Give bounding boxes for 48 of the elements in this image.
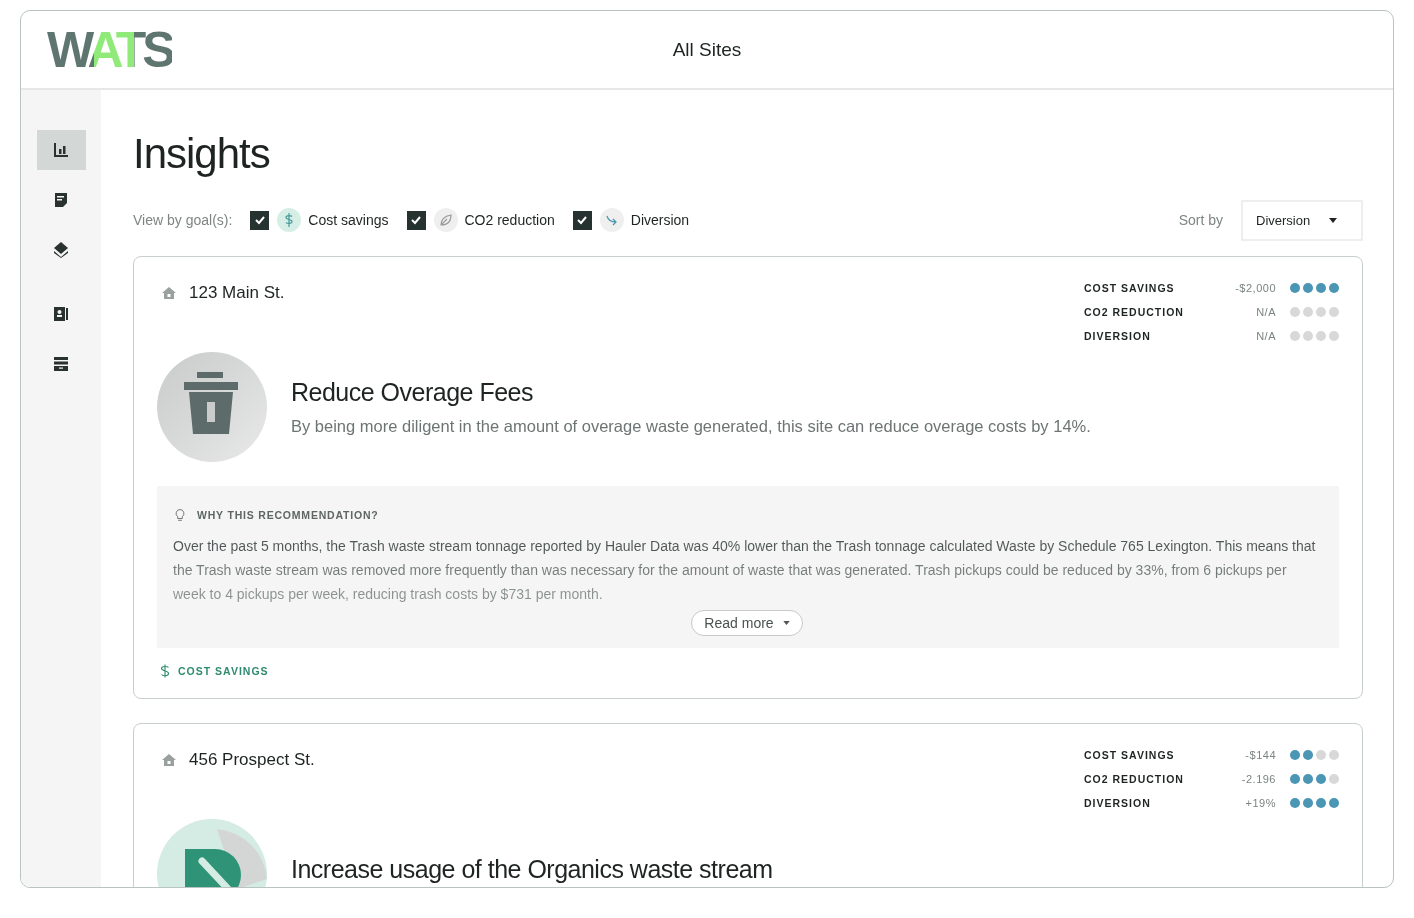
checkbox[interactable]	[572, 210, 592, 230]
metric-name: COST SAVINGS	[1084, 281, 1176, 294]
metric-value: -2.196	[1240, 772, 1276, 785]
metric-value: N/A	[1255, 305, 1276, 318]
layers-icon	[52, 241, 70, 259]
metric-value: -$2,000	[1234, 281, 1276, 294]
dollar-icon	[277, 208, 302, 232]
checkbox[interactable]	[406, 210, 426, 230]
contact-icon	[52, 305, 70, 323]
goal-label: Cost savings	[308, 212, 389, 228]
note-icon	[52, 191, 70, 209]
metric-value: -$144	[1244, 748, 1276, 761]
site-name: 123 Main St.	[189, 283, 285, 303]
metric-value: N/A	[1255, 329, 1276, 342]
nav-chart-button[interactable]	[36, 130, 86, 170]
recommendation-text: By being more diligent in the amount of overage waste generated, this site can reduce overage costs by 14%.	[291, 417, 1091, 436]
goal-tag: COST SAVINGS	[178, 665, 269, 677]
trash-icon	[157, 352, 267, 462]
recommendation-title: Reduce Overage Fees	[291, 378, 535, 407]
lightbulb-icon	[173, 508, 187, 522]
checkbox[interactable]	[250, 210, 270, 230]
site-name: 456 Prospect St.	[189, 750, 315, 770]
sort-dropdown[interactable]: Diversion	[1241, 199, 1363, 241]
read-more-button[interactable]: Read more	[691, 610, 803, 636]
sort-label: Sort by	[1178, 212, 1223, 228]
goal-label: CO2 reduction	[464, 212, 555, 228]
explanation-heading: WHY THIS RECOMMENDATION?	[197, 509, 379, 521]
metric-name: CO2 REDUCTION	[1084, 305, 1185, 318]
archive-icon	[52, 355, 70, 373]
house-icon	[161, 752, 177, 768]
page-heading: Insights	[133, 130, 271, 178]
caret-icon	[1329, 217, 1337, 223]
metric-name: COST SAVINGS	[1084, 748, 1176, 761]
chart-icon	[52, 141, 70, 159]
filter-label: View by goal(s):	[133, 212, 233, 228]
metric-value: +19%	[1244, 796, 1276, 809]
metric-name: CO2 REDUCTION	[1084, 772, 1185, 785]
metric-name: DIVERSION	[1084, 329, 1152, 342]
check-icon	[253, 214, 266, 226]
house-icon	[161, 285, 177, 301]
goal-label: Diversion	[630, 212, 690, 228]
recommendation-title: Increase usage of the Organics waste stream	[291, 854, 773, 884]
page-title: All Sites	[672, 38, 742, 61]
check-icon	[410, 214, 422, 226]
caret-icon	[782, 621, 790, 625]
dollar-icon	[160, 664, 170, 678]
check-icon	[576, 214, 589, 226]
metric-name: DIVERSION	[1084, 796, 1152, 809]
